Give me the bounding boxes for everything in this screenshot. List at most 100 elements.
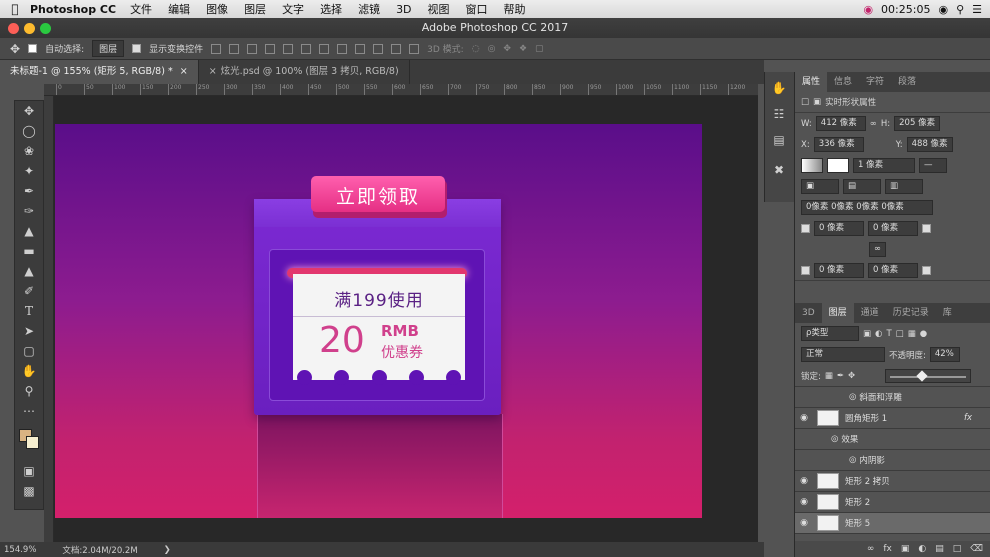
delete-layer-icon[interactable]: ⌫	[970, 544, 983, 554]
gradient-tool-icon[interactable]: ▲	[15, 261, 43, 281]
tab-paragraph[interactable]: 段落	[891, 72, 923, 92]
clock[interactable]: 00:25:05	[881, 3, 930, 16]
tab-library[interactable]: 库	[936, 303, 959, 323]
zoom-level[interactable]: 154.9%	[4, 545, 36, 555]
tab-character[interactable]: 字符	[859, 72, 891, 92]
app-name[interactable]: Photoshop CC	[30, 3, 116, 16]
pan-3d-icon[interactable]: ✥	[503, 44, 511, 54]
scale-3d-icon[interactable]: ▢	[535, 44, 544, 54]
filter-pixel-icon[interactable]: ▣	[863, 329, 871, 339]
lock-position-icon[interactable]: ✥	[848, 371, 855, 381]
radius-bottom-right-field[interactable]: 0 像素	[868, 262, 918, 278]
effect-eye-icon[interactable]: ◎	[849, 392, 856, 402]
align-hcenter-icon[interactable]	[283, 43, 294, 54]
radius-top-right-field[interactable]: 0 像素	[868, 221, 918, 236]
path-arrange-dropdown[interactable]: ▥	[885, 179, 923, 194]
menu-type[interactable]: 文字	[282, 1, 304, 17]
y-field[interactable]: 488 像素	[906, 137, 953, 152]
align-bottom-icon[interactable]	[247, 43, 258, 54]
align-top-icon[interactable]	[211, 43, 222, 54]
tab-history[interactable]: 历史记录	[886, 303, 936, 323]
brush-tool-icon[interactable]: ✑	[15, 201, 43, 221]
path-select-tool-icon[interactable]: ➤	[15, 321, 43, 341]
filter-smart-icon[interactable]: ▦	[908, 329, 916, 339]
filter-shape-icon[interactable]: □	[896, 329, 904, 339]
path-operation-dropdown[interactable]: ▣	[801, 179, 839, 194]
tools-preset-icon[interactable]: ✖	[765, 160, 793, 180]
tab-document-1[interactable]: 未标题-1 @ 155% (矩形 5, RGB/8) * ×	[0, 60, 199, 84]
align-panel-icon[interactable]: ▤	[765, 130, 793, 150]
menu-window[interactable]: 窗口	[466, 1, 488, 17]
filter-toggle-icon[interactable]: ●	[920, 329, 927, 339]
filter-adjust-icon[interactable]: ◐	[875, 329, 882, 339]
filter-text-icon[interactable]: T	[886, 329, 891, 339]
opacity-field[interactable]: 42%	[929, 347, 960, 362]
screen-mode-icon[interactable]: ▩	[15, 481, 43, 501]
menu-list-icon[interactable]: ☰	[972, 3, 982, 16]
height-field[interactable]: 205 像素	[894, 116, 941, 131]
layer-row[interactable]: ◎ 效果	[795, 429, 990, 450]
link-layers-icon[interactable]: ∞	[867, 544, 875, 554]
menu-layer[interactable]: 图层	[244, 1, 266, 17]
menu-3d[interactable]: 3D	[396, 3, 411, 16]
layer-row[interactable]: ◉ 矩形 5	[795, 513, 990, 534]
marquee-tool-icon[interactable]: ◯	[15, 121, 43, 141]
effect-eye-icon[interactable]: ◎	[831, 434, 838, 444]
tab-layers[interactable]: 图层	[821, 303, 854, 323]
eraser-tool-icon[interactable]: ▬	[15, 241, 43, 261]
more-tools-icon[interactable]: ⋯	[15, 401, 43, 421]
fill-swatch[interactable]	[801, 158, 823, 173]
rectangle-tool-icon[interactable]: ▢	[15, 341, 43, 361]
apple-icon[interactable]: 	[0, 2, 30, 16]
align-vcenter-icon[interactable]	[229, 43, 240, 54]
quick-select-tool-icon[interactable]: ✦	[15, 161, 43, 181]
layer-row[interactable]: ◉ 矩形 2	[795, 492, 990, 513]
x-field[interactable]: 336 像素	[813, 137, 864, 152]
menu-filter[interactable]: 滤镜	[358, 1, 380, 17]
radius-bottom-left-field[interactable]: 0 像素	[814, 262, 864, 278]
roll-3d-icon[interactable]: ◎	[488, 44, 496, 54]
add-mask-icon[interactable]: ▣	[901, 544, 910, 554]
zoom-tool-icon[interactable]: ⚲	[15, 381, 43, 401]
distribute-bottom-icon[interactable]	[355, 43, 366, 54]
menu-image[interactable]: 图像	[206, 1, 228, 17]
blend-mode-dropdown[interactable]: 正常	[801, 347, 885, 362]
align-left-icon[interactable]	[265, 43, 276, 54]
lasso-tool-icon[interactable]: ❀	[15, 141, 43, 161]
wechat-icon[interactable]: ◉	[938, 3, 948, 16]
visibility-eye-icon[interactable]: ◉	[795, 518, 813, 528]
distribute-hcenter-icon[interactable]	[391, 43, 402, 54]
path-align-dropdown[interactable]: ▤	[843, 179, 881, 194]
move-tool-icon[interactable]: ✥	[15, 101, 43, 121]
align-right-icon[interactable]	[301, 43, 312, 54]
minimize-window-button[interactable]	[24, 23, 35, 34]
show-transform-checkbox[interactable]	[132, 44, 142, 53]
tab-document-2[interactable]: × 炫光.psd @ 100% (图层 3 拷贝, RGB/8)	[199, 60, 410, 84]
slide-3d-icon[interactable]: ❖	[519, 44, 527, 54]
hand-tool-icon[interactable]: ✋	[15, 361, 43, 381]
stamp-tool-icon[interactable]: ▲	[15, 221, 43, 241]
lock-pixels-icon[interactable]: ▦	[825, 371, 833, 381]
visibility-eye-icon[interactable]: ◉	[795, 497, 813, 507]
pen-tool-icon[interactable]: ✐	[15, 281, 43, 301]
add-style-icon[interactable]: fx	[883, 544, 892, 554]
opacity-slider[interactable]	[885, 369, 971, 383]
tab-properties[interactable]: 属性	[795, 72, 828, 92]
width-field[interactable]: 412 像素	[815, 116, 866, 131]
status-arrow-icon[interactable]: ❯	[164, 545, 171, 555]
menu-help[interactable]: 帮助	[504, 1, 526, 17]
layer-row[interactable]: ◉ 矩形 2 拷贝	[795, 471, 990, 492]
menu-edit[interactable]: 编辑	[168, 1, 190, 17]
tab-channels[interactable]: 通道	[854, 303, 886, 323]
adjust-sliders-icon[interactable]: ☷	[765, 104, 793, 124]
text-tool-icon[interactable]: T	[15, 301, 43, 321]
link-radii-icon[interactable]: ∞	[869, 242, 887, 257]
search-icon[interactable]: ⚲	[956, 3, 964, 16]
distribute-vcenter-icon[interactable]	[337, 43, 348, 54]
opacity-slider-thumb[interactable]	[916, 370, 928, 382]
link-icon[interactable]: ∞	[870, 119, 877, 129]
artboard[interactable]: 满199使用 20 RMB 优惠券 立即领取	[55, 124, 702, 518]
corner-radii-field[interactable]: 0像素 0像素 0像素 0像素	[801, 200, 933, 215]
new-group-icon[interactable]: ▤	[935, 544, 944, 554]
background-color-swatch[interactable]	[26, 436, 39, 449]
